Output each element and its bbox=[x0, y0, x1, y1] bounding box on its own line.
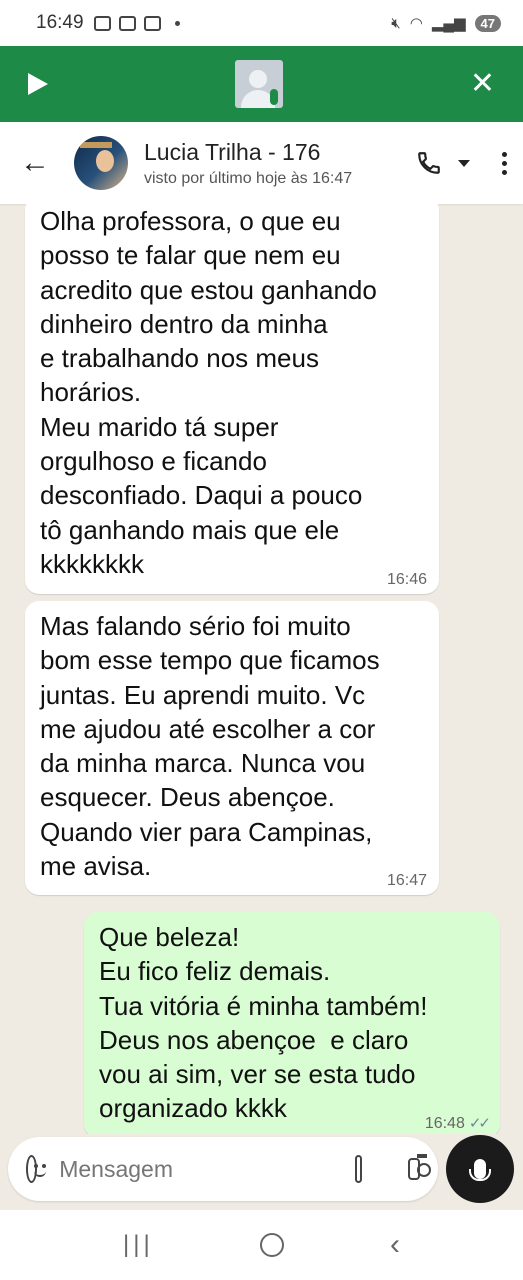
contact-info[interactable]: Lucia Trilha - 176 visto por último hoje… bbox=[144, 139, 352, 188]
play-icon[interactable] bbox=[28, 73, 48, 95]
signal-icon: ▂▄▆ bbox=[431, 15, 466, 32]
instagram-icon bbox=[118, 15, 136, 31]
status-bar: 16:49 🔇︎ ◠ ▂▄▆ 47 bbox=[0, 0, 523, 46]
phone-icon[interactable] bbox=[416, 150, 442, 176]
mic-icon bbox=[269, 89, 278, 105]
voice-contact-avatar-icon bbox=[234, 60, 283, 108]
notification-icons bbox=[93, 15, 180, 31]
message-text: Olha professora, o que eu posso te falar… bbox=[40, 206, 377, 579]
mic-icon bbox=[469, 1159, 491, 1181]
more-notifications-icon bbox=[174, 20, 180, 26]
message-bubble[interactable]: Mas falando sério foi muito bom esse tem… bbox=[25, 601, 439, 895]
voice-playback-banner: ✕ bbox=[0, 46, 523, 122]
system-nav-bar: ||| ‹ bbox=[0, 1210, 523, 1280]
close-icon[interactable]: ✕ bbox=[470, 69, 495, 99]
back-arrow-icon[interactable]: ← bbox=[20, 146, 54, 180]
emoji-icon[interactable] bbox=[26, 1155, 47, 1183]
header-actions bbox=[416, 150, 507, 176]
message-text: Mas falando sério foi muito bom esse tem… bbox=[40, 611, 380, 882]
message-bubble[interactable]: Olha professora, o que eu posso te falar… bbox=[25, 204, 439, 594]
contact-name: Lucia Trilha - 176 bbox=[144, 138, 321, 165]
message-time: 16:48 bbox=[424, 1115, 465, 1132]
recent-apps-icon[interactable]: ||| bbox=[123, 1231, 154, 1259]
status-time: 16:49 bbox=[36, 12, 84, 33]
message-composer bbox=[8, 1137, 438, 1201]
call-options-chevron-down-icon[interactable] bbox=[458, 159, 470, 167]
wifi-icon: ◠ bbox=[409, 15, 423, 32]
more-options-icon[interactable] bbox=[502, 151, 507, 175]
chat-header: ← Lucia Trilha - 176 visto por último ho… bbox=[0, 122, 523, 204]
last-seen: visto por último hoje às 16:47 bbox=[144, 169, 353, 187]
contact-avatar[interactable] bbox=[74, 136, 128, 190]
attach-icon[interactable] bbox=[355, 1155, 363, 1183]
message-bubble-outgoing[interactable]: Que beleza! Eu fico feliz demais. Tua vi… bbox=[84, 912, 500, 1134]
system-icons: 🔇︎ ◠ ▂▄▆ 47 bbox=[391, 14, 501, 32]
message-text: Que beleza! Eu fico feliz demais. Tua vi… bbox=[99, 922, 428, 1124]
read-receipt-icon: ✓✓ bbox=[468, 1115, 491, 1132]
camera-icon[interactable] bbox=[408, 1154, 431, 1180]
chat-area[interactable]: Olha professora, o que eu posso te falar… bbox=[0, 204, 523, 1134]
message-time: 16:47 bbox=[386, 872, 427, 889]
mute-icon: 🔇︎ bbox=[391, 14, 401, 32]
voice-record-button[interactable] bbox=[446, 1135, 514, 1203]
message-time: 16:46 bbox=[386, 571, 427, 588]
message-input[interactable] bbox=[59, 1155, 356, 1183]
message-meta: 16:48 ✓✓ bbox=[424, 1115, 491, 1132]
screenshot-icon bbox=[93, 15, 111, 31]
mail-icon bbox=[143, 15, 161, 31]
battery-indicator: 47 bbox=[474, 14, 501, 32]
home-icon[interactable] bbox=[259, 1233, 284, 1257]
back-icon[interactable]: ‹ bbox=[390, 1228, 400, 1262]
